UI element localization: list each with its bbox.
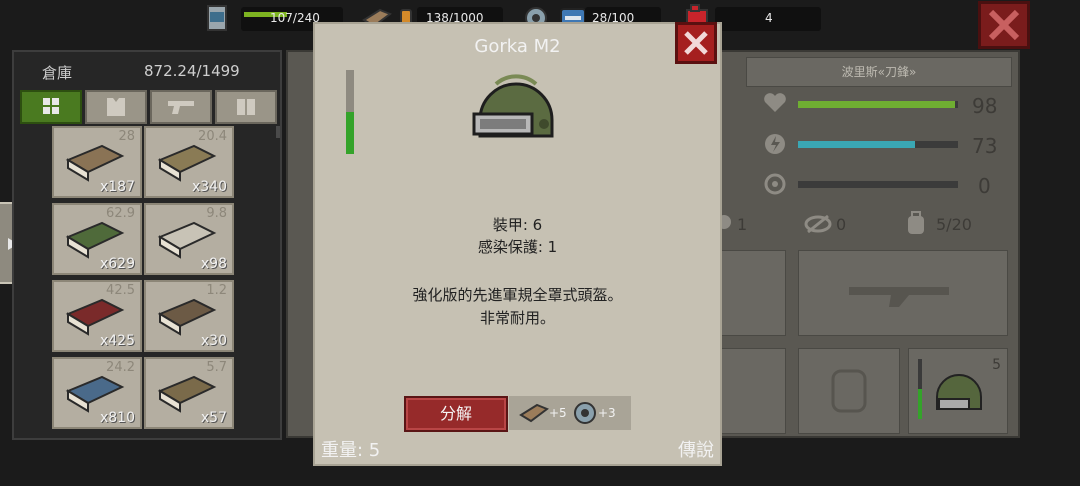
dialog-close-button[interactable] (675, 22, 717, 64)
item-count: x810 (99, 410, 135, 426)
item-rarity: 傳說 (678, 440, 714, 461)
backpack-icon (908, 211, 924, 234)
item-count: x57 (200, 410, 227, 426)
health-bar (798, 101, 958, 108)
item-durability-fill (346, 112, 354, 154)
storage-item-slot[interactable]: 42.5 x425 (52, 280, 142, 352)
item-title: Gorka M2 (474, 36, 561, 57)
item-count: x30 (200, 333, 227, 349)
item-detail-dialog: Gorka M2 裝甲: 6 感染保護: 1 強化版的先進軍規全罩式頭盔。 非常… (313, 22, 722, 466)
dismantle-label: 分解 (439, 404, 472, 423)
storage-scrollbar[interactable] (276, 126, 280, 138)
storage-item-slot[interactable]: 20.4 x340 (144, 126, 234, 198)
storage-capacity: 872.24/1499 (144, 62, 240, 80)
equip-slot-bag[interactable] (798, 348, 900, 434)
item-weight: 24.2 (106, 360, 135, 375)
storage-item-slot[interactable]: 28 x187 (52, 126, 142, 198)
hidden-eye-icon (804, 214, 832, 234)
stealth-value: 0 (836, 215, 847, 234)
character-name: 波里斯«刀鋒» (841, 65, 917, 79)
stamina-value: 73 (972, 134, 998, 158)
close-icon (988, 9, 1020, 41)
dismantle-yield: +5 +3 (509, 396, 631, 430)
yield-parts: +3 (598, 406, 616, 420)
pistol-icon (168, 101, 194, 114)
item-count: x629 (99, 256, 135, 272)
helmet-count: 5 (992, 357, 1001, 373)
storage-item-slot[interactable]: 9.8 x98 (144, 203, 234, 275)
storage-item-slot[interactable]: 1.2 x30 (144, 280, 234, 352)
helmet-durability-bar (918, 359, 922, 419)
fuel-value: 4 (765, 11, 773, 25)
gear-icon (574, 402, 596, 424)
tab-all[interactable] (20, 90, 82, 124)
item-description-2: 非常耐用。 (479, 309, 555, 327)
helmet-icon (936, 374, 982, 410)
storage-item-slot[interactable]: 5.7 x57 (144, 357, 234, 429)
helmet-icon (472, 74, 554, 138)
yield-wood: +5 (549, 406, 567, 420)
item-count: x340 (191, 179, 227, 195)
item-count: x98 (200, 256, 227, 272)
wood-plank-icon (519, 403, 549, 423)
food-can-icon (207, 5, 227, 31)
item-weight: 9.8 (206, 206, 227, 221)
item-weight: 62.9 (106, 206, 135, 221)
infection-bar (798, 181, 958, 188)
stamina-bar-fill (798, 141, 915, 148)
storage-item-slot[interactable]: 62.9 x629 (52, 203, 142, 275)
equip-slot-weapon[interactable] (798, 250, 1008, 336)
item-armor-stat: 裝甲: 6 (492, 216, 543, 234)
health-value: 98 (972, 94, 998, 118)
character-name-banner: 波里斯«刀鋒» (746, 57, 1012, 87)
helmet-durability-fill (918, 389, 922, 419)
equip-slot-helmet[interactable]: 5 (908, 348, 1008, 434)
item-weight: 重量: 5 (321, 440, 381, 461)
main-close-button[interactable] (978, 1, 1030, 49)
tab-weapons[interactable] (150, 90, 212, 124)
backpack-value: 5/20 (936, 215, 972, 234)
item-weight: 42.5 (106, 283, 135, 298)
tab-armor[interactable] (85, 90, 147, 124)
tab-ammo[interactable] (215, 90, 277, 124)
close-icon (684, 31, 708, 55)
dismantle-button[interactable]: 分解 (404, 396, 508, 432)
item-weight: 5.7 (206, 360, 227, 375)
item-durability-bar (346, 70, 354, 154)
stamina-bar (798, 141, 958, 148)
biohazard-icon (764, 173, 786, 195)
storage-item-grid: 28 x187 20.4 x340 62.9 x629 9.8 x98 42.5 x425 1.2 x… (52, 126, 238, 436)
storage-item-slot[interactable]: 24.2 x810 (52, 357, 142, 429)
infection-value: 0 (978, 174, 991, 198)
heart-icon (764, 93, 786, 112)
item-infection-stat: 感染保護: 1 (477, 238, 558, 256)
item-description-1: 強化版的先進軍規全罩式頭盔。 (412, 286, 623, 304)
armor-vest-icon (107, 98, 125, 116)
item-count: x425 (99, 333, 135, 349)
health-bar-fill (798, 101, 955, 108)
kills-value: 1 (737, 215, 748, 234)
item-count: x187 (99, 179, 135, 195)
grid-icon (43, 98, 59, 114)
storage-title: 倉庫 (42, 64, 73, 82)
item-weight: 1.2 (206, 283, 227, 298)
rifle-icon (849, 287, 949, 307)
item-weight: 28 (118, 129, 135, 144)
bag-outline-icon (831, 369, 867, 413)
ammo-icon (237, 99, 255, 115)
item-weight: 20.4 (198, 129, 227, 144)
stamina-icon (765, 134, 785, 154)
